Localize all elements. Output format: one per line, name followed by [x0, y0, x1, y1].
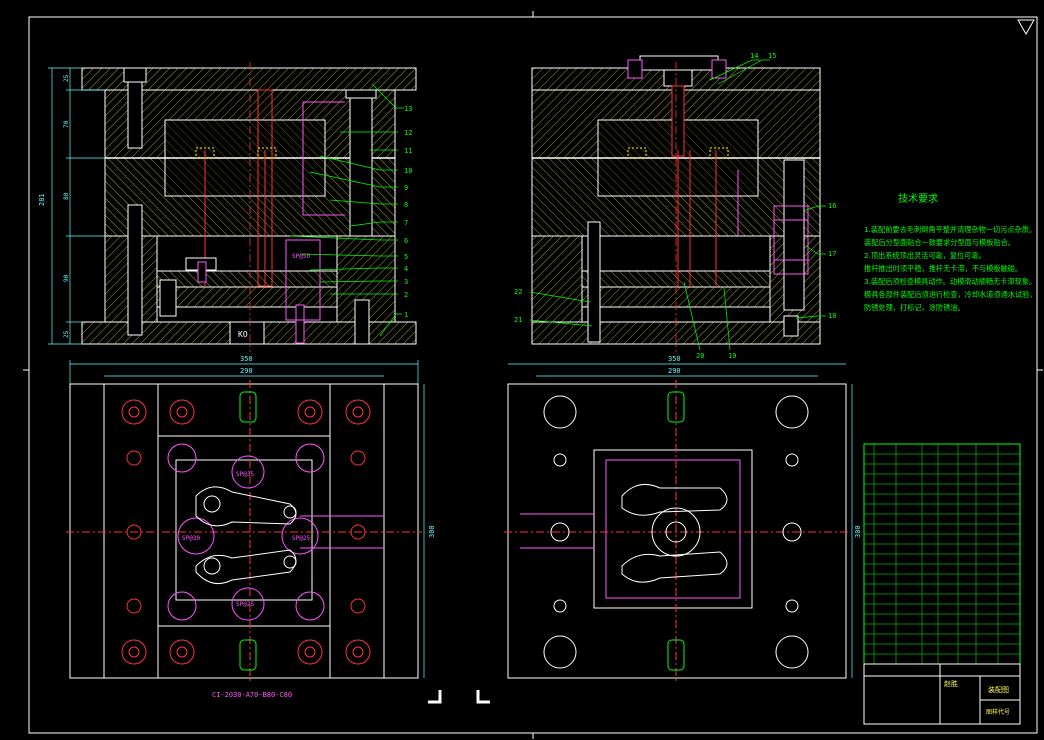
sp-label-4: SP@25 [236, 601, 254, 608]
callout-label: 1 [404, 311, 408, 319]
callout-label: 20 [696, 352, 704, 360]
callout-label: 17 [828, 250, 836, 258]
model-code: CI-2030-A70-B80-C80 [212, 691, 292, 699]
callout-label: 2 [404, 291, 408, 299]
callout-label: 5 [404, 253, 408, 261]
notes-line: 装配后分型面贴合一致要求分型面与模板贴合。 [864, 238, 1015, 247]
sp-label-2: SP@30 [182, 535, 200, 542]
notes-line: 2.顶出系统顶出灵活可靠，复位可靠。 [864, 251, 986, 260]
callout-label: 18 [828, 312, 836, 320]
notes-title: 技术要求 [898, 192, 938, 205]
dim-h1: 25 [63, 74, 70, 82]
callout-label: 16 [828, 202, 836, 210]
callout-label: 3 [404, 278, 408, 286]
dim-h4: 90 [63, 274, 70, 282]
dim-top-outer: 350 [240, 355, 253, 363]
drawing-canvas: SP@50 KO 281 25 70 80 90 25 1 2 3 4 5 6 … [0, 0, 1044, 740]
callout-label: 11 [404, 147, 412, 155]
callout-label: 21 [514, 316, 522, 324]
sp-label-3: SP@25 [292, 535, 310, 542]
ko-label: KO [238, 330, 248, 339]
dim-top-inner: 290 [240, 367, 253, 375]
top-plan-view-right: 350 290 300 [504, 355, 862, 682]
callout-label: 7 [404, 219, 408, 227]
top-plan-view-left: SP@35 SP@30 SP@25 SP@25 350 290 300 CI-2… [66, 355, 436, 699]
callout-label: 22 [514, 288, 522, 296]
notes-body: 1.装配前要去毛刺倒角平整并清理杂物一切污点杂质。 装配后分型面贴合一致要求分型… [864, 225, 1037, 312]
notes-line: 1.装配前要去毛刺倒角平整并清理杂物一切污点杂质。 [864, 225, 1036, 234]
notes-line: 3.装配后须检查模具动作。动模滑动顺畅无卡滞现象。 [864, 277, 1036, 286]
callout-label: 14 [750, 52, 758, 60]
ejector-retainer-plate [156, 270, 338, 288]
dim-plan-right: 300 [854, 525, 862, 538]
callout-label: 19 [728, 352, 736, 360]
callout-label: 4 [404, 265, 408, 273]
callout-label: 10 [404, 167, 412, 175]
dim-plan-left: 300 [428, 525, 436, 538]
designer-label: 赵胜 [944, 679, 958, 688]
part-code-label: 图样代号 [986, 708, 1010, 716]
callout-label: 8 [404, 201, 408, 209]
drawing-name: 装配图 [988, 685, 1009, 694]
callout-label: 13 [404, 105, 412, 113]
ejector-plate [156, 286, 338, 308]
dim-front-height: 281 [38, 193, 46, 206]
callout-label: 15 [768, 52, 776, 60]
title-block: 赵胜 装配图 图样代号 [863, 443, 1021, 725]
callout-label: 9 [404, 184, 408, 192]
dim-h3: 80 [63, 192, 70, 200]
callout-label: 12 [404, 129, 412, 137]
cad-drawing: SP@50 KO 281 25 70 80 90 25 123456789101… [23, 11, 1043, 739]
callout-label: 6 [404, 237, 408, 245]
side-section-view [531, 55, 821, 352]
callouts-left: 12345678910111213 [404, 105, 412, 319]
section-arrows [428, 690, 490, 704]
sp-label-1: SP@35 [236, 471, 254, 478]
notes-line: 防锈处理，打标记，涂防锈油。 [864, 303, 965, 312]
dim-side-inner: 290 [668, 367, 681, 375]
dim-side-outer: 350 [668, 355, 681, 363]
dim-h5: 25 [63, 330, 70, 338]
front-section-view: SP@50 KO [48, 62, 417, 352]
notes-line: 模具各部件装配后须进行检查，冷却水道须通水试验， [864, 290, 1037, 299]
dim-h2: 70 [63, 120, 70, 128]
notes-line: 推杆推出时须平稳，推杆无卡滞，不与模板触碰。 [864, 264, 1022, 273]
